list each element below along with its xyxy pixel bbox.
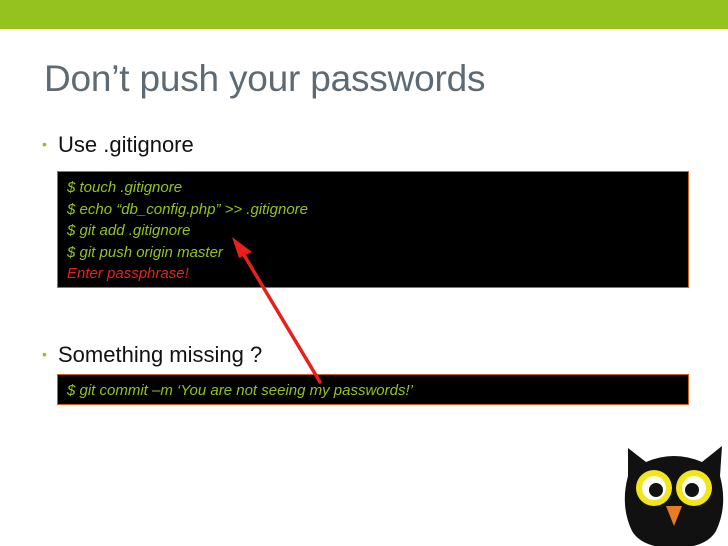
bullet-dot-icon: • [42,136,47,152]
terminal-line: $ touch .gitignore [67,179,183,196]
bullet-label: Use .gitignore [58,132,194,157]
top-accent-bar [0,0,728,29]
terminal-error-line: Enter passphrase! [67,265,189,282]
bullet-use-gitignore: • Use .gitignore [42,132,194,158]
terminal-line: $ git commit –m ‘You are not seeing my p… [67,382,413,399]
terminal-block-gitignore: $ touch .gitignore $ echo “db_config.php… [57,171,689,288]
terminal-line: $ git add .gitignore [67,222,191,239]
slide-title: Don’t push your passwords [44,58,486,99]
terminal-line: $ echo “db_config.php” >> .gitignore [67,200,309,218]
bullet-label: Something missing ? [58,342,263,367]
terminal-line: $ git push origin master [67,243,223,261]
terminal-block-commit: $ git commit –m ‘You are not seeing my p… [57,374,689,405]
bullet-dot-icon: • [42,346,47,362]
owl-mascot-icon [624,446,724,546]
bullet-something-missing: • Something missing ? [42,342,262,368]
slide: Don’t push your passwords • Use .gitignor… [0,0,728,546]
